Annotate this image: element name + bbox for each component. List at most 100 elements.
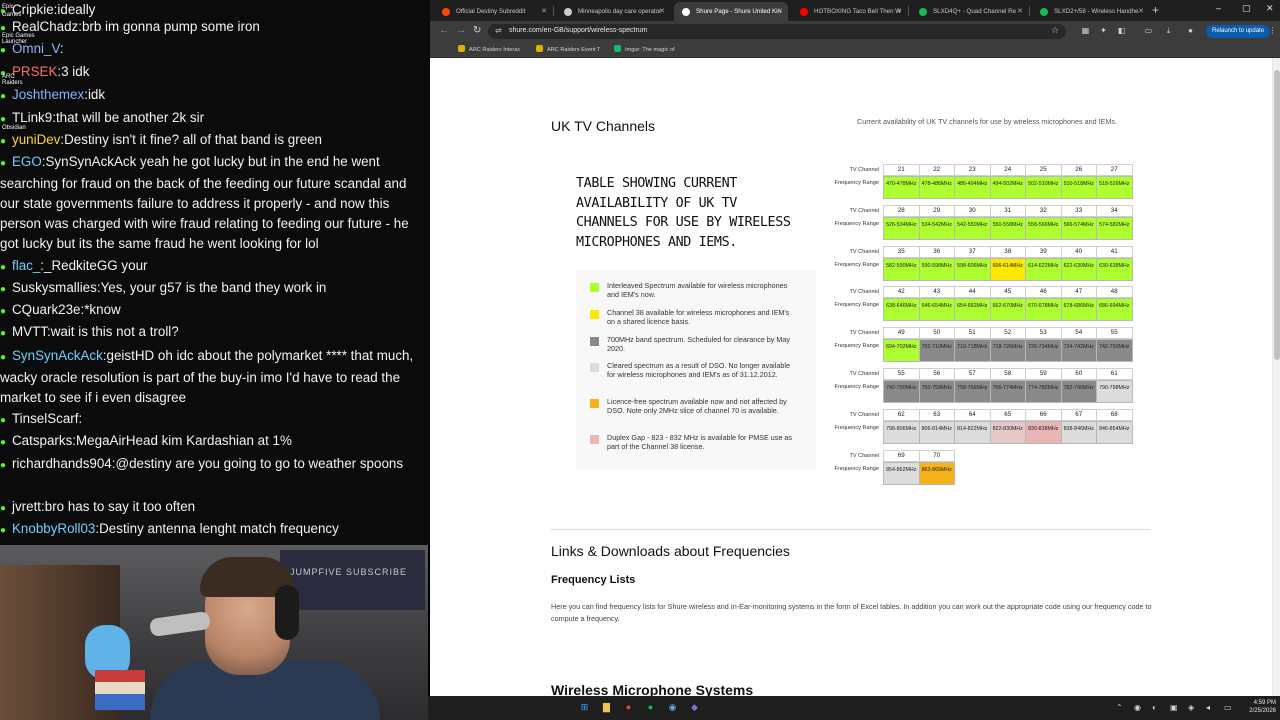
frequency-range-row-label: Frequency Range [834, 261, 879, 268]
chat-username[interactable]: Catsparks [12, 433, 72, 448]
links-downloads-heading: Links & Downloads about Frequencies [551, 543, 790, 559]
tray-icon-3[interactable]: ▣ [1170, 703, 1178, 712]
windows-taskbar: ⊞ ▇ ● ● ◉ ◆ ⌃ ◉ ◐ ▣ ◈ ◂ ▭ 4:59 PM 2/25/2026 [428, 696, 1280, 720]
windows-start-icon[interactable]: ⊞ [578, 701, 591, 714]
chat-message: ● Suskysmallies:Yes, your g57 is the band… [0, 278, 428, 300]
chat-username[interactable]: PRSEK [12, 64, 57, 79]
frequency-range-row-label: Frequency Range [834, 180, 879, 186]
tab-close-icon[interactable]: ✕ [896, 7, 902, 15]
close-window-button[interactable]: ✕ [1266, 3, 1274, 14]
channel-number-cell: 33 [1060, 204, 1097, 217]
tray-icon-2[interactable]: ◐ [1152, 703, 1157, 712]
channel-number-cell: 51 [954, 327, 991, 340]
browser-tab[interactable]: SLXD4Q+ - Quad Channel Re ✕ [911, 2, 1028, 21]
browser-tab[interactable]: Official Destiny Subreddit ✕ [434, 2, 552, 21]
frequency-cell: 830-838MHz [1025, 420, 1062, 444]
chrome-icon[interactable]: ● [622, 701, 635, 714]
chat-username[interactable]: jvrett [12, 499, 41, 514]
chat-message: ● MVTT:wait is this not a troll? [0, 322, 428, 344]
extension-icon-2[interactable]: ✦ [1099, 26, 1108, 35]
url-text[interactable]: shure.com/en-GB/support/wireless-spectru… [509, 27, 648, 34]
frequency-cell: 814-822MHz [954, 420, 991, 444]
chat-message: ● SynSynAckAck:geistHD oh idc about the p… [0, 346, 428, 408]
tab-label: SLXD2+/58 - Wireless Handhe [1054, 8, 1139, 15]
chat-username[interactable]: yuniDev [12, 132, 60, 147]
frequency-range-row-label: Frequency Range [834, 302, 879, 309]
chat-username[interactable]: KnobbyRoll03 [12, 521, 95, 536]
maximize-button[interactable]: ▢ [1242, 3, 1251, 14]
bookmark-item[interactable]: ARC Raiders Event T [536, 45, 600, 53]
clock-time[interactable]: 4:59 PM [1244, 700, 1276, 706]
chat-username[interactable]: CQuark23e [12, 302, 80, 317]
cam-headphones [275, 585, 299, 640]
chat-username[interactable]: richardhands904 [12, 456, 112, 471]
frequency-cell: 598-606MHz [954, 257, 991, 281]
file-explorer-icon[interactable]: ▇ [600, 701, 613, 714]
channel-number-cell: 50 [918, 327, 955, 340]
browser-tab[interactable]: Minneapolis day care operator ✕ [556, 2, 670, 21]
chat-message-text: bro has to say it too often [44, 499, 196, 514]
browser-menu-icon[interactable]: ⋮ [1268, 26, 1277, 35]
tab-close-icon[interactable]: ✕ [659, 7, 665, 15]
page-scrollbar[interactable] [1272, 58, 1280, 696]
frequency-cell: 614-622MHz [1025, 257, 1062, 281]
side-panel-icon[interactable]: ▭ [1144, 26, 1153, 35]
shure-page: UK TV Channels Current availability of U… [430, 58, 1280, 696]
tv-channel-row-label: TV Channel [849, 248, 879, 255]
tab-label: Shure Page - Shure United Kin [696, 8, 781, 15]
spotify-icon[interactable]: ● [644, 701, 657, 714]
forward-icon[interactable]: → [456, 25, 466, 36]
browser-tab[interactable]: HOTBOXING Taco Bell Then W ✕ [792, 2, 907, 21]
channel-number-cell: 40 [1060, 245, 1097, 258]
battery-icon[interactable]: ▭ [1224, 703, 1232, 712]
clock-date[interactable]: 2/25/2026 [1240, 708, 1276, 714]
minimize-button[interactable]: – [1216, 3, 1221, 13]
tab-close-icon[interactable]: ✕ [1138, 7, 1144, 15]
webcam-feed: JUMPFIVE SUBSCRIBE [0, 545, 428, 720]
profile-icon[interactable]: ● [1186, 26, 1195, 35]
chat-username[interactable]: Cripkie [12, 2, 54, 17]
tab-favicon-icon [682, 8, 690, 16]
chat-username[interactable]: TLink9 [12, 110, 52, 125]
channel-number-cell: 21 [883, 164, 920, 176]
chat-username[interactable]: flac_ [12, 258, 40, 273]
steam-icon[interactable]: ◉ [666, 701, 679, 714]
chat-username[interactable]: MVTT [12, 324, 47, 339]
tray-overflow-icon[interactable]: ⌃ [1116, 703, 1123, 712]
browser-tab[interactable]: SLXD2+/58 - Wireless Handhe ✕ [1032, 2, 1149, 21]
relaunch-to-update-button[interactable]: Relaunch to update [1206, 25, 1271, 38]
scrollbar-thumb[interactable] [1274, 70, 1280, 360]
channel-number-cell: 56 [918, 368, 955, 380]
chat-username[interactable]: Joshthemex [12, 87, 84, 102]
tray-icon-1[interactable]: ◉ [1134, 703, 1141, 712]
obsidian-icon[interactable]: ◆ [688, 701, 701, 714]
chat-username[interactable]: Suskysmallies [12, 280, 97, 295]
chat-username[interactable]: EGO [12, 154, 42, 169]
tab-close-icon[interactable]: ✕ [1017, 7, 1023, 15]
download-icon[interactable]: ⤓ [1164, 26, 1173, 35]
chat-username[interactable]: RealChadz [12, 19, 78, 34]
extensions-puzzle-icon[interactable]: ◧ [1117, 26, 1126, 35]
bookmark-item[interactable]: ARC Raiders Interac [458, 45, 520, 53]
new-tab-button[interactable]: + [1152, 3, 1159, 17]
back-icon[interactable]: ← [439, 25, 449, 36]
tab-close-icon[interactable]: ✕ [777, 7, 783, 15]
browser-tab[interactable]: Shure Page - Shure United Kin ✕ [674, 2, 788, 21]
chat-username[interactable]: SynSynAckAck [12, 348, 103, 363]
chat-username[interactable]: TinselScarf [12, 411, 78, 426]
chat-username[interactable]: Omni_V [12, 41, 60, 56]
frequency-cell: 534-542MHz [918, 216, 955, 240]
address-bar[interactable]: ⇌ shure.com/en-GB/support/wireless-spect… [488, 24, 1066, 39]
bookmark-item[interactable]: Imgur: The magic of [614, 45, 675, 53]
site-info-icon[interactable]: ⇌ [495, 26, 502, 35]
bookmark-star-icon[interactable]: ☆ [1051, 25, 1059, 36]
volume-icon[interactable]: ◂ [1206, 703, 1210, 712]
network-icon[interactable]: ◈ [1188, 703, 1194, 712]
frequency-lists-heading: Frequency Lists [551, 574, 636, 586]
reload-icon[interactable]: ↻ [473, 25, 481, 36]
chat-badge-icon: ● [0, 45, 7, 56]
chat-message: ● KnobbyRoll03:Destiny antenna lenght mat… [0, 519, 428, 541]
extension-icon-1[interactable]: ▦ [1081, 26, 1090, 35]
legend-text: Interleaved Spectrum available for wirel… [607, 281, 788, 300]
tab-close-icon[interactable]: ✕ [541, 7, 547, 15]
